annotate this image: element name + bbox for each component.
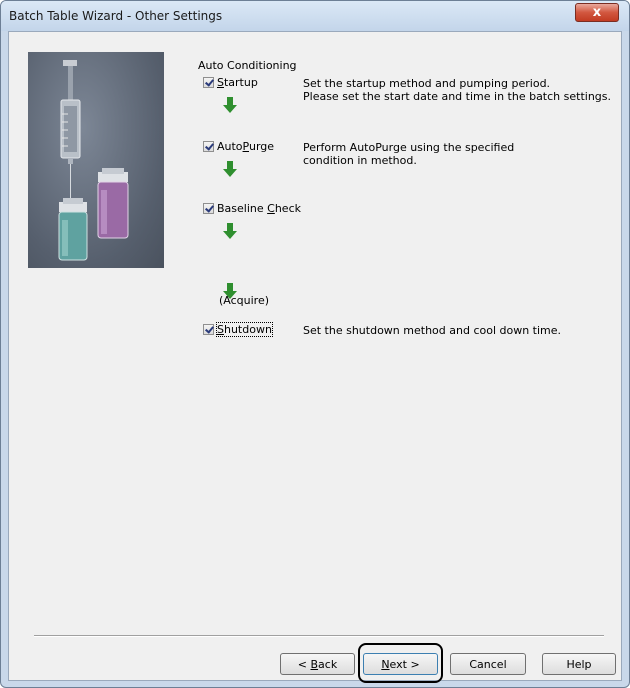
- shutdown-description: Set the shutdown method and cool down ti…: [303, 324, 562, 337]
- syringe-vials-image: [28, 52, 164, 268]
- back-button[interactable]: < Back: [280, 653, 355, 675]
- autopurge-description: Perform AutoPurge using the specified co…: [303, 141, 514, 167]
- autopurge-checkbox[interactable]: AutoPurge: [203, 140, 274, 153]
- down-arrow-icon: [223, 161, 237, 177]
- startup-desc-line-1: Set the startup method and pumping perio…: [303, 77, 551, 90]
- autopurge-label: AutoPurge: [217, 140, 275, 153]
- checkbox-box[interactable]: [203, 141, 214, 152]
- separator: [34, 635, 604, 637]
- baseline-check-checkbox[interactable]: Baseline Check: [203, 202, 301, 215]
- checkbox-box[interactable]: [203, 324, 214, 335]
- next-button[interactable]: Next >: [363, 653, 438, 675]
- title-bar[interactable]: Batch Table Wizard - Other Settings x: [1, 1, 629, 31]
- shutdown-label: Shutdown: [216, 322, 273, 337]
- close-icon: x: [592, 5, 602, 20]
- dialog-client: Auto Conditioning Startup Set the startu…: [8, 31, 622, 683]
- checkbox-box[interactable]: [203, 77, 214, 88]
- checkbox-box[interactable]: [203, 203, 214, 214]
- down-arrow-icon: [223, 97, 237, 113]
- down-arrow-icon: [223, 283, 237, 299]
- down-arrow-icon: [223, 223, 237, 239]
- window-title: Batch Table Wizard - Other Settings: [9, 9, 223, 23]
- startup-desc-line-2: Please set the start date and time in th…: [303, 90, 611, 103]
- startup-description: Set the startup method and pumping perio…: [303, 77, 611, 103]
- shutdown-checkbox[interactable]: Shutdown: [203, 322, 273, 337]
- baseline-check-label: Baseline Check: [217, 202, 301, 215]
- autopurge-desc-line-2: condition in method.: [303, 154, 417, 167]
- startup-checkbox[interactable]: Startup: [203, 76, 258, 89]
- wizard-window: Batch Table Wizard - Other Settings x Au…: [0, 0, 630, 688]
- section-label: Auto Conditioning: [198, 59, 297, 72]
- autopurge-desc-line-1: Perform AutoPurge using the specified: [303, 141, 515, 154]
- help-button[interactable]: Help: [542, 653, 616, 675]
- cancel-button[interactable]: Cancel: [450, 653, 526, 675]
- close-button[interactable]: x: [575, 3, 619, 22]
- startup-label: Startup: [217, 76, 258, 89]
